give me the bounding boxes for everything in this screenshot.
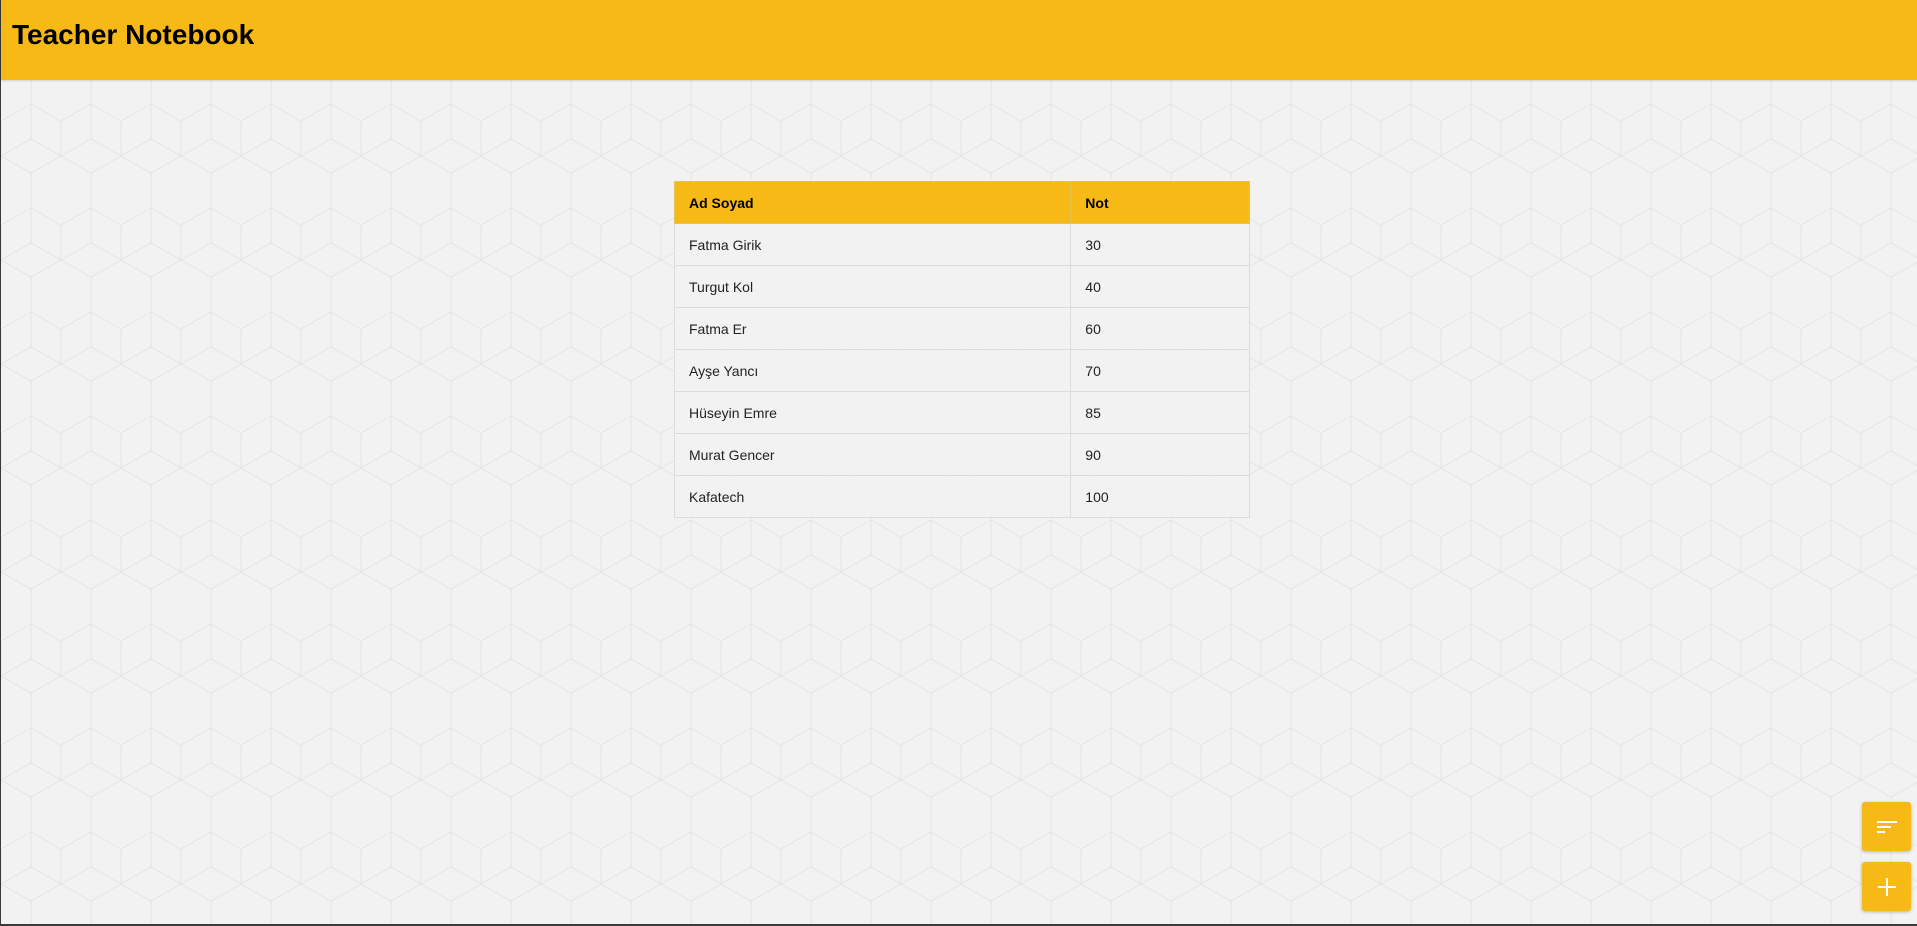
table-row: Ayşe Yancı 70 — [673, 349, 1250, 392]
app-title: Teacher Notebook — [12, 19, 255, 50]
student-grade-cell: 90 — [1070, 433, 1250, 476]
student-grade-cell: 85 — [1070, 391, 1250, 434]
column-header-name: Ad Soyad — [673, 181, 1072, 224]
student-name-cell: Murat Gencer — [673, 433, 1072, 476]
student-grade-cell: 30 — [1070, 223, 1250, 266]
plus-icon — [1877, 877, 1896, 896]
grades-table: Ad Soyad Not Fatma Girik 30 Turgut Kol 4… — [673, 181, 1250, 518]
student-name-cell: Turgut Kol — [673, 265, 1072, 308]
student-name-cell: Fatma Girik — [673, 223, 1072, 266]
student-grade-cell: 100 — [1070, 475, 1250, 518]
student-name-cell: Fatma Er — [673, 307, 1072, 350]
student-grade-cell: 70 — [1070, 349, 1250, 392]
add-student-button[interactable] — [1862, 862, 1911, 911]
sort-button[interactable] — [1862, 802, 1911, 851]
table-row: Murat Gencer 90 — [673, 433, 1250, 476]
table-row: Kafatech 100 — [673, 475, 1250, 518]
table-row: Fatma Er 60 — [673, 307, 1250, 350]
table-row: Hüseyin Emre 85 — [673, 391, 1250, 434]
app-header: Teacher Notebook — [1, 0, 1917, 80]
student-name-cell: Hüseyin Emre — [673, 391, 1072, 434]
column-header-grade: Not — [1070, 181, 1250, 224]
student-name-cell: Kafatech — [673, 475, 1072, 518]
table-header-row: Ad Soyad Not — [673, 181, 1250, 224]
table-row: Fatma Girik 30 — [673, 223, 1250, 266]
student-grade-cell: 40 — [1070, 265, 1250, 308]
student-name-cell: Ayşe Yancı — [673, 349, 1072, 392]
sort-icon — [1876, 820, 1897, 833]
grades-table-container: Ad Soyad Not Fatma Girik 30 Turgut Kol 4… — [673, 181, 1250, 518]
table-row: Turgut Kol 40 — [673, 265, 1250, 308]
student-grade-cell: 60 — [1070, 307, 1250, 350]
